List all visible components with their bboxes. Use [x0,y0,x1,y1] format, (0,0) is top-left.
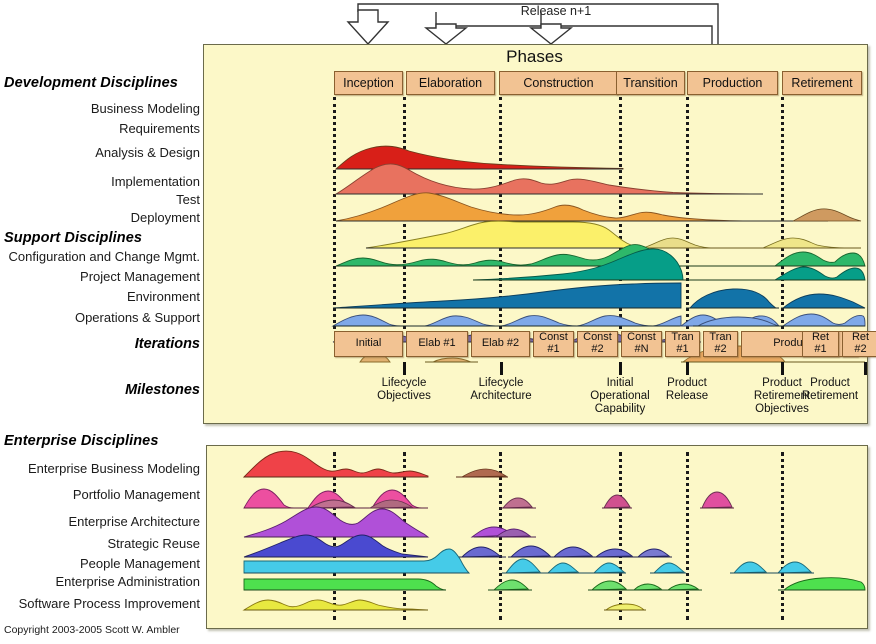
heading-support-disciplines: Support Disciplines [4,230,143,246]
iteration-box-const-2[interactable]: Const #2 [577,331,618,357]
curve-implementation [365,220,862,249]
curve-software-process-improvement [242,599,646,611]
section-label-milestones: Milestones [125,382,200,398]
iteration-box-label: Tran #2 [709,331,732,355]
row-label-environment: Environment [127,289,200,304]
iteration-box-initial[interactable]: Initial [334,331,403,357]
row-label-software-process-improvement: Software Process Improvement [18,596,200,611]
iteration-box-label: Ret #1 [811,331,830,355]
milestone-tick-1 [500,362,503,375]
row-label-ent-business-modeling: Enterprise Business Modeling [28,461,200,476]
copyright-notice: Copyright 2003-2005 Scott W. Ambler [4,624,180,636]
iteration-box-label: Const #N [627,331,656,355]
row-label-deployment: Deployment [130,210,200,225]
iteration-box-tran-2[interactable]: Tran #2 [703,331,738,357]
row-label-strategic-reuse: Strategic Reuse [107,536,201,551]
curve-ent-administration [243,577,866,591]
row-label-test: Test [176,192,200,207]
release-feedback-arrows: Release n+1 [346,3,719,46]
curve-ent-business-modeling [242,450,508,478]
eup-lifecycle-diagram: Release n+1 Phases Inception Elaboration C… [0,0,876,644]
milestone-tick-4 [781,362,784,375]
iteration-box-label: Initial [355,337,382,350]
iteration-box-label: Ret #2 [851,331,870,355]
release-label: Release n+1 [521,4,592,18]
curve-config-change-mgmt [332,282,866,309]
milestone-label-product: Product Release [665,377,709,402]
iteration-box-const-1[interactable]: Const #1 [533,331,574,357]
heading-development-disciplines: Development Disciplines [4,75,178,91]
row-label-people-management: People Management [80,556,200,571]
row-label-requirements: Requirements [119,121,200,136]
curve-strategic-reuse [243,534,672,558]
row-label-portfolio-management: Portfolio Management [72,487,200,502]
row-label-project-management: Project Management [80,269,200,284]
row-label-analysis-design: Analysis & Design [95,145,200,160]
section-label-iterations: Iterations [134,336,200,352]
iteration-box-elab-1[interactable]: Elab #1 [406,331,468,357]
row-label-operations-support: Operations & Support [74,310,200,325]
development-discipline-curves [331,145,866,363]
iteration-box-const-n[interactable]: Const #N [621,331,662,357]
iteration-box-label: Elab #2 [481,337,520,350]
milestone-label-lifecycle: Lifecycle Objectives [377,377,431,402]
enterprise-discipline-curves [242,450,866,611]
milestone-label-lifecycle: Lifecycle Architecture [470,377,532,402]
iteration-box-elab-2[interactable]: Elab #2 [471,331,530,357]
row-label-ent-architecture: Enterprise Architecture [68,514,200,529]
milestone-tick-3 [686,362,689,375]
curve-portfolio-management [243,488,734,509]
milestone-tick-5 [864,362,867,375]
curve-business-modeling [334,145,624,170]
milestone-label-product: Product Retirement [801,377,859,402]
iteration-box-label: Const #2 [583,331,612,355]
curve-ent-architecture [243,506,536,538]
iteration-box-ret-1[interactable]: Ret #1 [802,331,839,357]
curve-project-management [331,313,866,327]
milestone-tick-0 [403,362,406,375]
row-label-ent-administration: Enterprise Administration [55,574,200,589]
iteration-box-production[interactable]: Production [741,331,858,357]
iteration-box-ret-2[interactable]: Ret #2 [842,331,876,357]
milestone-tick-2 [619,362,622,375]
curve-analysis-design [335,192,862,222]
row-label-config-change-mgmt: Configuration and Change Mgmt. [8,249,200,264]
iteration-box-label: Tran #1 [671,331,694,355]
row-label-implementation: Implementation [111,174,200,189]
row-label-business-modeling: Business Modeling [90,101,200,116]
heading-enterprise-disciplines: Enterprise Disciplines [4,433,159,449]
iteration-box-label: Const #1 [539,331,568,355]
iteration-box-label: Elab #1 [418,337,456,350]
iteration-box-tran-1[interactable]: Tran #1 [665,331,700,357]
